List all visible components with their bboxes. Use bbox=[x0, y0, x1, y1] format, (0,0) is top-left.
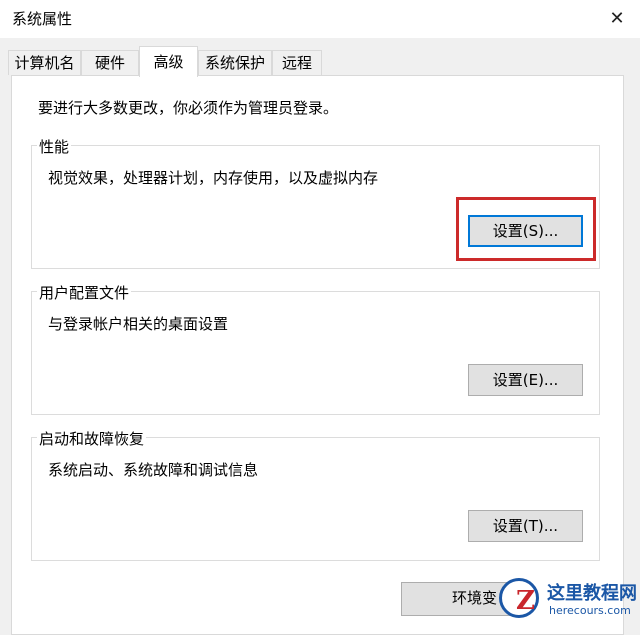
watermark-url: herecours.com bbox=[549, 604, 631, 617]
title-bar: 系统属性 ✕ bbox=[0, 0, 640, 38]
startup-recovery-settings-button[interactable]: 设置(T)... bbox=[468, 510, 583, 542]
watermark-logo: Z bbox=[499, 578, 539, 618]
watermark-title: 这里教程网 bbox=[547, 583, 637, 604]
tab-hardware[interactable]: 硬件 bbox=[81, 50, 139, 75]
startup-recovery-group bbox=[31, 437, 600, 561]
close-button[interactable]: ✕ bbox=[594, 0, 640, 38]
startup-recovery-title: 启动和故障恢复 bbox=[37, 428, 147, 449]
user-profiles-group bbox=[31, 291, 600, 415]
tab-remote[interactable]: 远程 bbox=[272, 50, 322, 75]
highlight-box bbox=[456, 197, 596, 261]
watermark: Z 这里教程网 herecours.com bbox=[495, 574, 640, 622]
tab-system-protection[interactable]: 系统保护 bbox=[198, 50, 272, 75]
user-profiles-desc: 与登录帐户相关的桌面设置 bbox=[48, 315, 229, 333]
admin-note: 要进行大多数更改，你必须作为管理员登录。 bbox=[38, 99, 339, 117]
watermark-logo-letter: Z bbox=[516, 586, 535, 616]
user-profiles-settings-button[interactable]: 设置(E)... bbox=[468, 364, 583, 396]
tab-computer-name[interactable]: 计算机名 bbox=[8, 50, 81, 75]
startup-recovery-desc: 系统启动、系统故障和调试信息 bbox=[48, 461, 259, 479]
tab-advanced[interactable]: 高级 bbox=[139, 46, 198, 77]
user-profiles-title: 用户配置文件 bbox=[37, 282, 132, 303]
performance-title: 性能 bbox=[37, 136, 72, 157]
window-title: 系统属性 bbox=[12, 10, 73, 28]
performance-desc: 视觉效果，处理器计划，内存使用，以及虚拟内存 bbox=[48, 169, 379, 187]
